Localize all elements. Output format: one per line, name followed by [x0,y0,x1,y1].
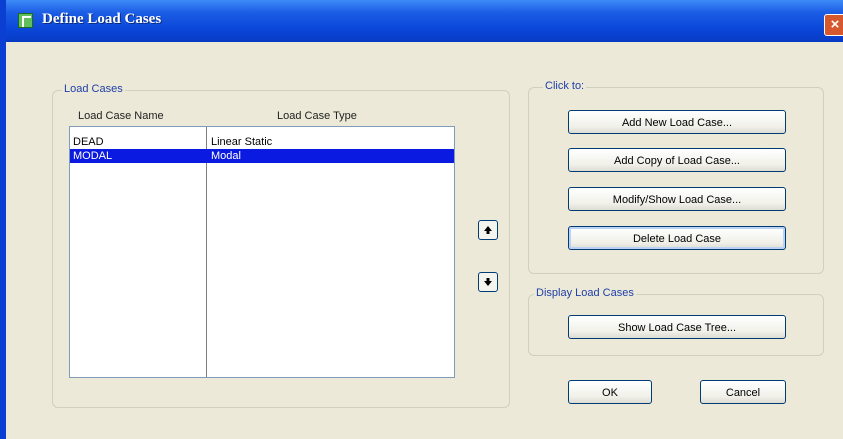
add-new-load-case-button[interactable]: Add New Load Case... [568,110,786,134]
load-cases-group-label: Load Cases [62,83,125,95]
define-load-cases-dialog: Define Load Cases × Load Cases Load Case… [0,0,843,439]
move-down-button[interactable] [478,272,498,292]
column-header-name: Load Case Name [78,110,164,122]
close-button[interactable]: × [824,14,843,36]
display-load-cases-group-label: Display Load Cases [534,287,636,299]
column-divider [206,127,207,377]
add-copy-load-case-button[interactable]: Add Copy of Load Case... [568,148,786,172]
app-icon [18,13,33,28]
move-up-button[interactable] [478,220,498,240]
delete-load-case-button[interactable]: Delete Load Case [568,226,786,250]
cell-name: MODAL [73,150,113,162]
arrow-down-icon [479,273,497,291]
list-row-dead[interactable]: DEAD Linear Static [70,135,454,149]
column-header-type: Load Case Type [277,110,357,122]
list-row-modal[interactable]: MODAL Modal [70,149,454,163]
cell-name: DEAD [73,136,104,148]
title-bar[interactable]: Define Load Cases × [6,0,843,42]
arrow-up-icon [479,221,497,239]
cell-type: Linear Static [211,136,273,148]
cell-type: Modal [211,150,241,162]
load-case-list[interactable]: DEAD Linear Static MODAL Modal [69,126,455,378]
modify-show-load-case-button[interactable]: Modify/Show Load Case... [568,187,786,211]
ok-button[interactable]: OK [568,380,652,404]
click-to-group-label: Click to: [543,80,587,92]
cancel-button[interactable]: Cancel [700,380,786,404]
window-title: Define Load Cases [42,11,162,27]
show-load-case-tree-button[interactable]: Show Load Case Tree... [568,315,786,339]
